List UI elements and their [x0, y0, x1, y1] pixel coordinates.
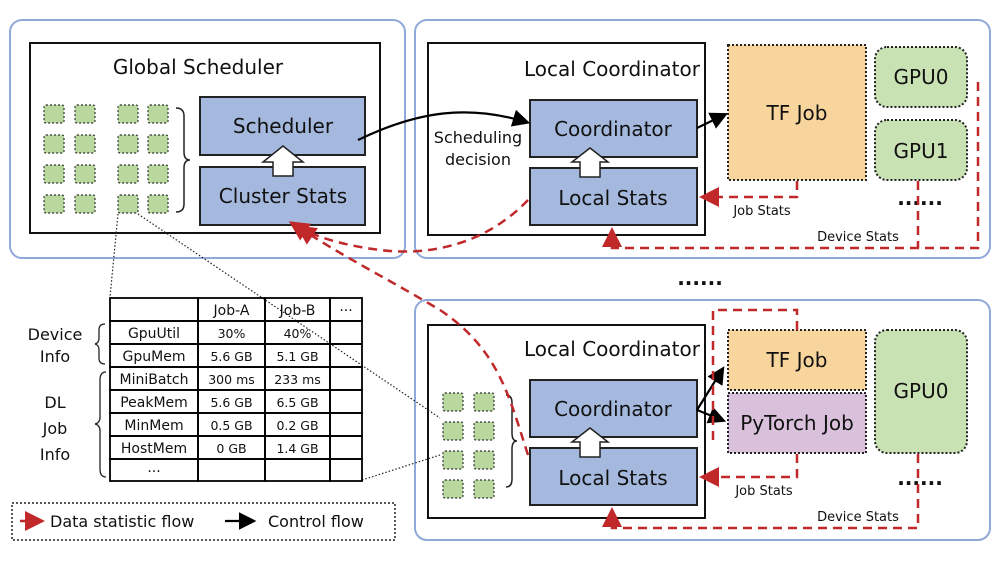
table-cell-text: 5.6 GB [210, 395, 252, 410]
table-cell-text: MinMem [124, 418, 183, 434]
device-square [43, 194, 65, 214]
table-cell [109, 297, 199, 322]
device-square [117, 164, 139, 184]
data-flow-node1-job-stats [699, 181, 799, 207]
scheduling-decision-label: Scheduling [434, 128, 522, 147]
device-square [147, 194, 169, 214]
table-cell-text: MiniBatch [120, 372, 189, 388]
table-cell-text: 5.6 GB [210, 349, 252, 364]
node2-device-stats-label: Device Stats [817, 510, 899, 525]
node1-gpu0-label: GPU0 [894, 65, 949, 89]
device-info-label-2: Info [40, 347, 70, 366]
device-square [117, 104, 139, 124]
table-cell [264, 458, 331, 482]
table-cell-text: PeakMem [120, 395, 188, 411]
device-square [442, 450, 464, 470]
node2-more-gpus: ...... [897, 466, 943, 490]
node2-job-stats-label: Job Stats [734, 484, 793, 499]
data-flow-node2-job-stats [699, 454, 799, 487]
device-square [147, 134, 169, 154]
device-square [442, 479, 464, 499]
table-cell-text: 6.5 GB [276, 395, 318, 410]
device-square [147, 164, 169, 184]
dl-job-info-brace [94, 371, 107, 478]
diagram-canvas: Global Scheduler Scheduler Cluster Stats… [9, 19, 991, 541]
table-cell-text: 5.1 GB [276, 349, 318, 364]
node1-more-gpus: ...... [897, 186, 943, 210]
node1-job-stats-label: Job Stats [732, 204, 791, 219]
table-cell [329, 389, 363, 414]
device-square [74, 104, 96, 124]
table-cell [329, 458, 363, 482]
legend-control-flow-label: Control flow [268, 512, 364, 531]
device-square [117, 134, 139, 154]
device-square [147, 104, 169, 124]
table-cell-text: 0.5 GB [210, 418, 252, 433]
table-cell-text: ··· [147, 464, 160, 480]
node2-gpu0-label: GPU0 [894, 379, 949, 403]
table-cell-text: GpuMem [123, 349, 186, 365]
table-header: Job-B [279, 303, 316, 319]
architecture-diagram: Global Scheduler Scheduler Cluster Stats… [0, 0, 1000, 566]
table-header: Job-A [213, 303, 250, 319]
table-cell-text: 0 GB [216, 441, 246, 456]
table-cell [197, 458, 266, 482]
table-cell [329, 435, 363, 460]
device-square [442, 421, 464, 441]
global-scheduler-title: Global Scheduler [113, 55, 284, 79]
legend-data-flow-label: Data statistic flow [50, 512, 194, 531]
node1-coordinator-label: Coordinator [554, 117, 673, 141]
node2-pytorch-job-label: PyTorch Job [740, 411, 854, 435]
stats-table: Job-A Job-B ··· GpuUtil 30% 40% GpuMem 5.6 GB 5.… [109, 297, 363, 482]
node1-local-stats-label: Local Stats [558, 186, 667, 210]
table-cell [329, 320, 363, 345]
table-cell-text: 300 ms [208, 372, 255, 387]
node2-coordinator-label: Coordinator [554, 397, 673, 421]
more-nodes: ...... [677, 266, 723, 290]
node2-local-stats-label: Local Stats [558, 466, 667, 490]
node1-title: Local Coordinator [524, 57, 701, 81]
node2-tf-job-label: TF Job [766, 348, 828, 372]
scheduling-decision-label-2: decision [445, 150, 511, 169]
device-square [473, 450, 495, 470]
device-info-label: Device [28, 325, 83, 344]
device-square [117, 194, 139, 214]
device-square [43, 164, 65, 184]
table-cell-text: 40% [284, 326, 312, 341]
table-cell [329, 412, 363, 437]
table-cell [329, 343, 363, 368]
device-square [473, 421, 495, 441]
table-cell-text: 1.4 GB [276, 441, 318, 456]
node1-tf-job-label: TF Job [766, 101, 828, 125]
table-cell-text: 233 ms [274, 372, 321, 387]
table-cell-text: 30% [218, 326, 246, 341]
device-info-brace [94, 323, 106, 365]
table-header: ··· [339, 303, 352, 319]
scheduler-label: Scheduler [233, 114, 334, 138]
dl-job-info-label-3: Info [40, 445, 70, 464]
device-square [442, 392, 464, 412]
node1-gpu1-label: GPU1 [894, 139, 949, 163]
node1-device-stats-label: Device Stats [817, 230, 899, 245]
node2-title: Local Coordinator [524, 337, 701, 361]
device-square [473, 392, 495, 412]
device-square [43, 104, 65, 124]
device-square [43, 134, 65, 154]
table-cell [329, 366, 363, 391]
device-square [74, 134, 96, 154]
dl-job-info-label-2: Job [42, 419, 68, 438]
device-square [74, 164, 96, 184]
device-square [473, 479, 495, 499]
table-cell-text: HostMem [121, 441, 187, 457]
device-square [74, 194, 96, 214]
table-cell-text: 0.2 GB [276, 418, 318, 433]
table-cell-text: GpuUtil [128, 326, 180, 342]
dl-job-info-label: DL [44, 393, 65, 412]
cluster-stats-label: Cluster Stats [219, 184, 347, 208]
